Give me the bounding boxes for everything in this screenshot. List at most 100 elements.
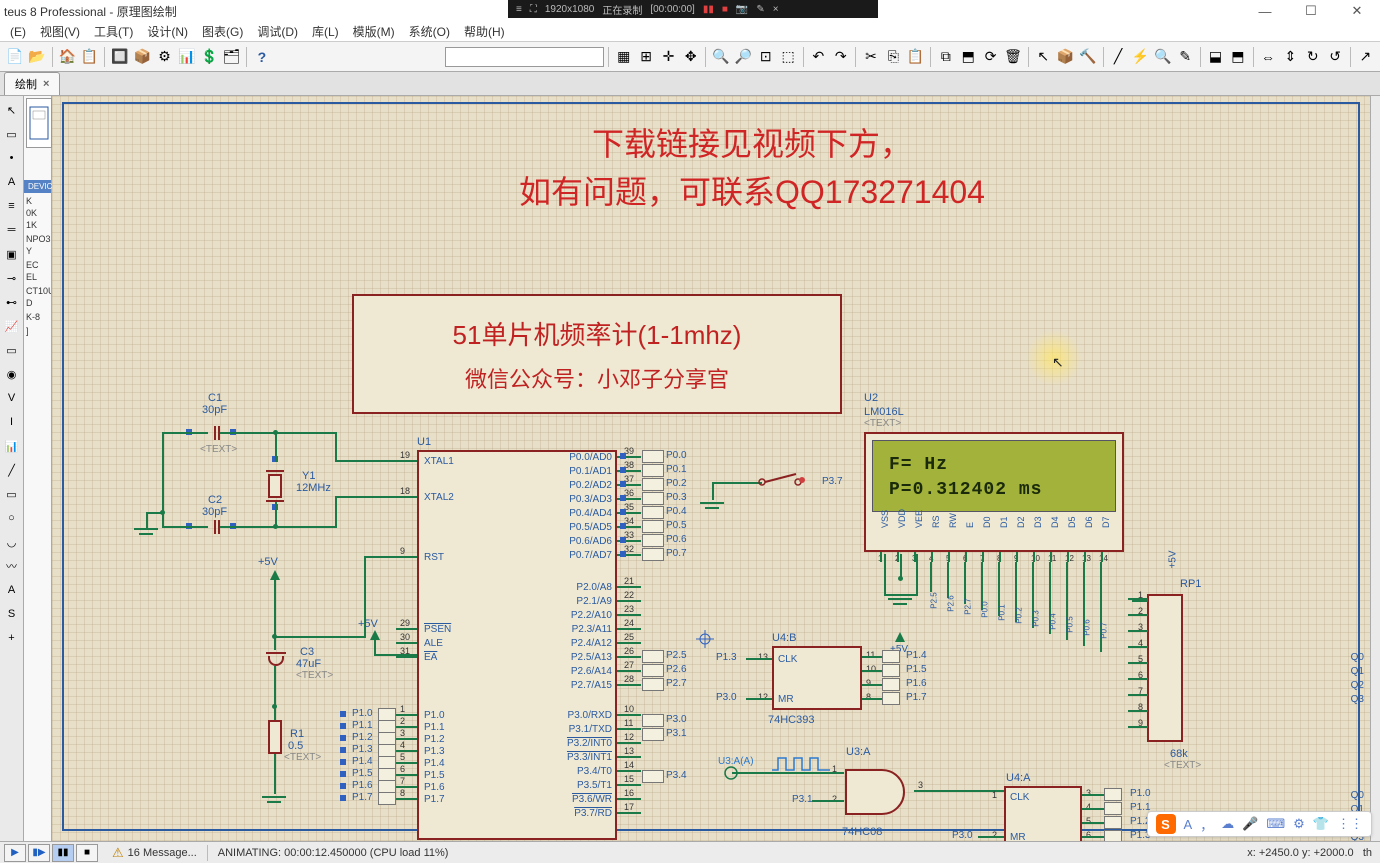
copy-icon[interactable]: ⎘ (883, 45, 904, 69)
rotate-cw-icon[interactable]: ↻ (1302, 45, 1323, 69)
design-icon[interactable]: 🗂 (221, 45, 242, 69)
component-mode-icon[interactable]: ▭ (2, 124, 22, 144)
pause-button[interactable]: ▮▮ (52, 844, 74, 862)
label-mode-icon[interactable]: A (2, 172, 22, 192)
menu-item[interactable]: 图表(G) (196, 21, 249, 42)
tape-mode-icon[interactable]: ▭ (2, 340, 22, 360)
resistor-icon[interactable] (268, 720, 282, 754)
menu-item[interactable]: 调试(D) (251, 21, 304, 42)
minimize-button[interactable]: — (1242, 0, 1288, 22)
schematic-icon[interactable]: 📋 (79, 45, 100, 69)
autoroute-icon[interactable]: ⚡ (1130, 45, 1151, 69)
new-icon[interactable]: 📄 (4, 45, 25, 69)
device-list[interactable]: K0K1K NPO33PY ECEL CT10U16VD K-8 ] (24, 193, 51, 339)
block-move-icon[interactable]: ⬒ (958, 45, 979, 69)
bring-front-icon[interactable]: ⬒ (1227, 45, 1248, 69)
probe-v-icon[interactable]: V (2, 388, 22, 408)
pencil-icon[interactable]: ✎ (756, 4, 764, 15)
switch-icon[interactable] (758, 472, 806, 490)
stop-icon[interactable]: ■ (722, 4, 728, 15)
status-messages[interactable]: 16 Message... (128, 847, 197, 859)
subcircuit-mode-icon[interactable]: ▣ (2, 244, 22, 264)
block-rotate-icon[interactable]: ⟳ (980, 45, 1001, 69)
wire-icon[interactable]: ╱ (1107, 45, 1128, 69)
maximize-button[interactable]: ☐ (1288, 0, 1334, 22)
menu-item[interactable]: 工具(T) (88, 21, 139, 42)
menu-item[interactable]: 系统(O) (403, 21, 456, 42)
hamburger-icon[interactable]: ≡ (516, 4, 522, 15)
tab-schematic[interactable]: 绘制 × (4, 72, 60, 95)
terminal-mode-icon[interactable]: ⊸ (2, 268, 22, 288)
undo-icon[interactable]: ↶ (808, 45, 829, 69)
block-copy-icon[interactable]: ⧉ (935, 45, 956, 69)
ime-keyboard-icon[interactable]: ⌨ (1266, 816, 1285, 832)
paste-icon[interactable]: 📋 (905, 45, 926, 69)
bom-icon[interactable]: 📊 (176, 45, 197, 69)
ime-toolbar[interactable]: S A ， ☁ 🎤 ⌨ ⚙ 👕 ⋮⋮ (1147, 811, 1372, 837)
origin-icon[interactable]: ✛ (658, 45, 679, 69)
search-net-icon[interactable]: 🔍 (1152, 45, 1173, 69)
bus-mode-icon[interactable]: ═ (2, 220, 22, 240)
ime-more-icon[interactable]: ⋮⋮ (1337, 816, 1363, 832)
menu-item[interactable]: (E) (4, 23, 32, 41)
cut-icon[interactable]: ✂ (860, 45, 881, 69)
marker-2d-icon[interactable]: + (2, 628, 22, 648)
text-mode-icon[interactable]: ≡ (2, 196, 22, 216)
pin-mode-icon[interactable]: ⊷ (2, 292, 22, 312)
tab-close-icon[interactable]: × (43, 78, 49, 90)
menu-item[interactable]: 设计(N) (141, 21, 194, 42)
mirror-h-icon[interactable]: ⇔ (1257, 45, 1278, 69)
menu-item[interactable]: 模版(M) (347, 21, 401, 42)
arc-2d-icon[interactable]: ◡ (2, 532, 22, 552)
zoom-in-icon[interactable]: 🔍 (710, 45, 731, 69)
box-2d-icon[interactable]: ▭ (2, 484, 22, 504)
step-button[interactable]: ▮▶ (28, 844, 50, 862)
3d-icon[interactable]: 📦 (132, 45, 153, 69)
ime-voice-icon[interactable]: 🎤 (1242, 816, 1258, 832)
redo-icon[interactable]: ↷ (830, 45, 851, 69)
cost-icon[interactable]: 💲 (199, 45, 220, 69)
open-icon[interactable]: 📂 (26, 45, 47, 69)
crystal-icon[interactable] (268, 474, 282, 498)
mirror-v-icon[interactable]: ⇕ (1280, 45, 1301, 69)
right-scrollbar[interactable] (1370, 96, 1380, 841)
schematic-title-box[interactable]: 51单片机频率计(1-1mhz) 微信公众号：小邓子分享官 (352, 294, 842, 414)
text-2d-icon[interactable]: A (2, 580, 22, 600)
ime-punct-icon[interactable]: ， (1200, 815, 1213, 834)
preview-window[interactable] (26, 98, 52, 148)
menu-item[interactable]: 库(L) (306, 21, 345, 42)
resistor-pack-icon[interactable] (1147, 594, 1183, 742)
ime-lang[interactable]: A (1184, 817, 1193, 832)
symbol-2d-icon[interactable]: S (2, 604, 22, 624)
block-delete-icon[interactable]: 🗑 (1002, 45, 1023, 69)
stop-button[interactable]: ■ (76, 844, 98, 862)
play-button[interactable]: ▶ (4, 844, 26, 862)
property-icon[interactable]: ✎ (1175, 45, 1196, 69)
decompose-icon[interactable]: 🔨 (1077, 45, 1098, 69)
warning-icon[interactable]: ⚠ (112, 845, 124, 861)
and-gate-icon[interactable] (842, 764, 920, 820)
graph-mode-icon[interactable]: 📈 (2, 316, 22, 336)
camera-icon[interactable]: 📷 (736, 4, 748, 15)
zoom-fit-icon[interactable]: ⊡ (755, 45, 776, 69)
path-2d-icon[interactable]: 〰 (2, 556, 22, 576)
rotate-ccw-icon[interactable]: ↺ (1324, 45, 1345, 69)
polar-cap-icon[interactable] (266, 648, 286, 666)
sogou-logo-icon[interactable]: S (1156, 814, 1176, 834)
menu-item[interactable]: 视图(V) (34, 21, 86, 42)
gerber-icon[interactable]: ⚙ (154, 45, 175, 69)
snap-icon[interactable]: ⊞ (635, 45, 656, 69)
send-back-icon[interactable]: ⬓ (1205, 45, 1226, 69)
selection-mode-icon[interactable]: ↖ (2, 100, 22, 120)
generator-mode-icon[interactable]: ◉ (2, 364, 22, 384)
exit-icon[interactable]: ↗ (1355, 45, 1376, 69)
grid-icon[interactable]: ▦ (613, 45, 634, 69)
generator-icon[interactable] (724, 766, 738, 780)
rec-close-icon[interactable]: × (773, 4, 779, 15)
zoom-out-icon[interactable]: 🔎 (733, 45, 754, 69)
home-icon[interactable]: 🏠 (57, 45, 78, 69)
package-icon[interactable]: 📦 (1055, 45, 1076, 69)
probe-i-icon[interactable]: I (2, 412, 22, 432)
pause-icon[interactable]: ▮▮ (703, 4, 714, 15)
ime-skin-icon[interactable]: 👕 (1313, 816, 1329, 832)
